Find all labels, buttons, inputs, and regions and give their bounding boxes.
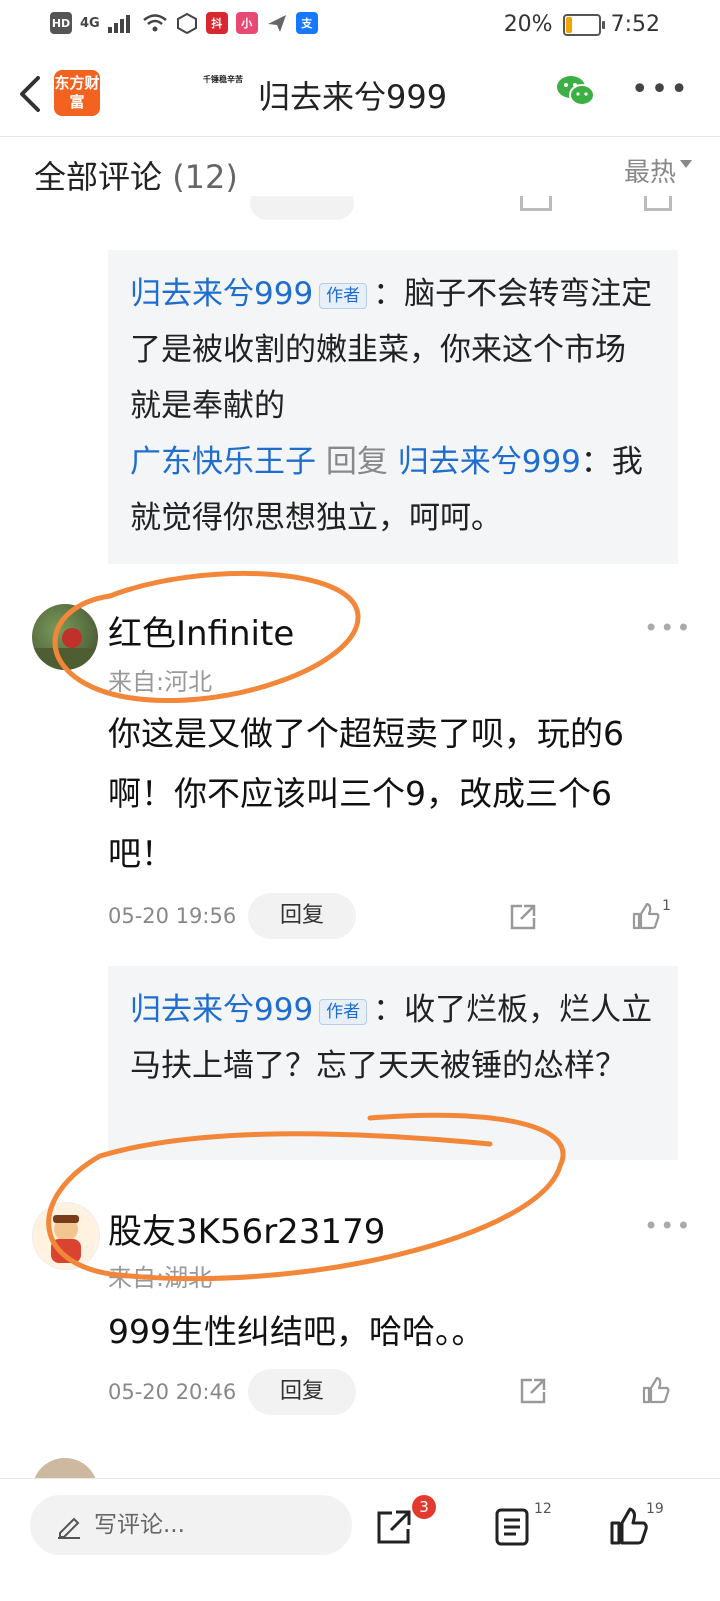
- clock: 7:52: [610, 12, 660, 37]
- app-notification-icon-2: 小: [235, 12, 258, 34]
- battery-percent: 20%: [503, 12, 553, 37]
- status-bar: HD 4G 抖 小 支 20% 7:52: [0, 0, 720, 48]
- status-icons: HD 4G 抖 小 支: [50, 12, 318, 34]
- pen-icon: [58, 1517, 80, 1539]
- back-icon[interactable]: [16, 74, 44, 114]
- notification-icon: [176, 12, 197, 34]
- author-badge-logo: 千锤稳辛苦: [203, 75, 243, 84]
- bottom-bar: 写评论... 3 12 19: [0, 1478, 720, 1601]
- annotation-circle-1: [52, 570, 361, 703]
- network-indicator: 4G: [80, 15, 100, 31]
- annotation-overlay: [46, 570, 566, 1282]
- battery-icon: [562, 13, 605, 36]
- comments-heading: 全部评论 (12): [34, 152, 238, 198]
- status-right: 20% 7:52: [504, 12, 660, 37]
- annotation-circle-2: [46, 1112, 566, 1282]
- app-logo[interactable]: 东方财富: [54, 70, 100, 116]
- like-icon[interactable]: [608, 1505, 650, 1547]
- header: 东方财富 千锤稳辛苦 归去来兮999 •••: [0, 48, 720, 137]
- signal-icon: [107, 15, 130, 33]
- more-options-icon[interactable]: •••: [631, 72, 690, 107]
- comments-title: 全部评论: [34, 158, 163, 196]
- comment-list[interactable]: 归去来兮999 作者 ：脑子不会转弯注定了是被收割的嫩韭菜，你来这个市场就是奉献的 …: [0, 196, 720, 1478]
- app-notification-icon: 抖: [205, 12, 228, 34]
- comments-icon[interactable]: [494, 1507, 530, 1547]
- comments-count: (12): [172, 158, 238, 196]
- comments-count-badge: 12: [534, 1501, 552, 1517]
- page-title[interactable]: 归去来兮999: [258, 72, 447, 118]
- battery-fill: [565, 16, 573, 33]
- share-icon[interactable]: [374, 1507, 414, 1547]
- like-count-total: 19: [646, 1501, 664, 1517]
- share-badge: 3: [412, 1495, 436, 1519]
- send-icon: [267, 15, 286, 32]
- sort-selector[interactable]: 最热: [624, 152, 676, 189]
- alipay-icon: 支: [295, 12, 318, 34]
- wifi-icon: [142, 14, 167, 32]
- sort-dropdown-icon[interactable]: [680, 160, 692, 168]
- wechat-share-icon[interactable]: [556, 74, 596, 108]
- hd-icon: HD: [50, 12, 72, 34]
